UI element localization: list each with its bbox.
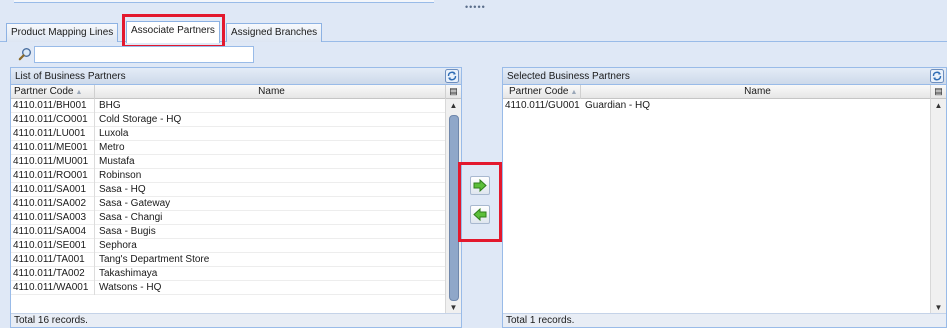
column-menu-icon[interactable]: ▤ [930, 85, 946, 99]
panel-title-text: Selected Business Partners [507, 71, 630, 82]
search-icon[interactable] [18, 47, 32, 61]
column-menu-icon[interactable]: ▤ [445, 85, 461, 99]
tab-assigned-branches[interactable]: Assigned Branches [226, 23, 323, 42]
sort-asc-icon: ▲ [570, 89, 578, 96]
cell-partner-code: 4110.011/TA001 [11, 253, 95, 267]
sort-asc-icon: ▲ [75, 89, 83, 96]
cell-partner-code: 4110.011/SA002 [11, 197, 95, 211]
scroll-up-icon[interactable]: ▲ [931, 99, 946, 112]
arrow-right-icon [473, 178, 487, 193]
record-count: Total 1 records. [503, 313, 946, 327]
table-row[interactable]: 4110.011/TA002 Takashimaya [11, 267, 445, 281]
table-row[interactable]: 4110.011/SA001 Sasa - HQ [11, 183, 445, 197]
cell-name: Mustafa [99, 156, 135, 167]
cell-name: Watsons - HQ [99, 282, 162, 293]
column-header-name-label: Name [744, 86, 771, 97]
table-row[interactable]: 4110.011/BH001 BHG [11, 99, 445, 113]
table-row[interactable]: 4110.011/GU001 Guardian - HQ [503, 99, 931, 113]
refresh-icon[interactable] [445, 69, 459, 83]
cell-name: Sasa - Gateway [99, 198, 171, 209]
column-header-row: Partner Code ▲ Name ▤ [11, 85, 461, 99]
cell-name: Robinson [99, 170, 142, 181]
cell-name: Metro [99, 142, 125, 153]
cell-partner-code: 4110.011/RO001 [11, 169, 95, 183]
cell-partner-code: 4110.011/SA003 [11, 211, 95, 225]
cell-name: Sasa - Bugis [99, 226, 156, 237]
search-bar [0, 44, 947, 66]
cell-partner-code: 4110.011/ME001 [11, 141, 95, 155]
vertical-scrollbar[interactable]: ▲ ▼ [445, 99, 461, 314]
cell-name: Cold Storage - HQ [99, 114, 182, 125]
cell-name: Sasa - Changi [99, 212, 163, 223]
cell-partner-code: 4110.011/MU001 [11, 155, 95, 169]
table-row[interactable]: 4110.011/LU001 Luxola [11, 127, 445, 141]
cell-partner-code: 4110.011/LU001 [11, 127, 95, 141]
cell-name: Takashimaya [99, 268, 158, 279]
column-header-row: Partner Code ▲ Name ▤ [503, 85, 946, 99]
cell-partner-code: 4110.011/BH001 [11, 99, 95, 113]
drag-handle[interactable]: ••••• [465, 3, 489, 12]
tab-product-mapping-lines[interactable]: Product Mapping Lines [6, 23, 119, 42]
panel-title: List of Business Partners [11, 68, 461, 85]
panel-title: Selected Business Partners [503, 68, 946, 85]
table-row[interactable]: 4110.011/CO001 Cold Storage - HQ [11, 113, 445, 127]
cell-partner-code: 4110.011/SA004 [11, 225, 95, 239]
table-row[interactable]: 4110.011/RO001 Robinson [11, 169, 445, 183]
cell-name: Sasa - HQ [99, 184, 146, 195]
cell-partner-code: 4110.011/TA002 [11, 267, 95, 281]
vertical-scrollbar[interactable]: ▲ ▼ [930, 99, 946, 314]
cell-partner-code: 4110.011/GU001 [505, 100, 580, 111]
table-row[interactable]: 4110.011/SA003 Sasa - Changi [11, 211, 445, 225]
partner-table-body: 4110.011/BH001 BHG 4110.011/CO001 Cold Sto… [11, 99, 445, 295]
cell-name: Luxola [99, 128, 129, 139]
top-divider [14, 0, 434, 3]
cell-name: Sephora [99, 240, 137, 251]
table-row[interactable]: 4110.011/SA002 Sasa - Gateway [11, 197, 445, 211]
table-row[interactable]: 4110.011/TA001 Tang's Department Store [11, 253, 445, 267]
refresh-icon[interactable] [930, 69, 944, 83]
tab-associate-partners[interactable]: Associate Partners [126, 21, 220, 43]
add-partner-button[interactable] [470, 176, 490, 195]
table-row[interactable]: 4110.011/ME001 Metro [11, 141, 445, 155]
column-header-name-label: Name [258, 86, 285, 97]
table-row[interactable]: 4110.011/WA001 Watsons - HQ [11, 281, 445, 295]
scroll-up-icon[interactable]: ▲ [446, 99, 461, 112]
cell-name: Guardian - HQ [585, 100, 651, 111]
panel-title-text: List of Business Partners [15, 71, 126, 82]
column-header-code-label: Partner Code [509, 86, 569, 97]
selected-table-body: 4110.011/GU001 Guardian - HQ [503, 99, 931, 113]
cell-partner-code: 4110.011/WA001 [11, 281, 95, 295]
column-header-partner-code[interactable]: Partner Code ▲ [503, 85, 581, 99]
cell-name: Tang's Department Store [99, 254, 210, 265]
selected-business-partners-panel: Selected Business Partners Partner Code ▲… [502, 67, 947, 328]
remove-partner-button[interactable] [470, 205, 490, 224]
cell-name: BHG [99, 100, 121, 111]
column-header-name[interactable]: Name [581, 85, 931, 99]
column-header-code-label: Partner Code [14, 86, 74, 97]
table-row[interactable]: 4110.011/SA004 Sasa - Bugis [11, 225, 445, 239]
tab-bar: Product Mapping Lines Associate Partners… [0, 18, 947, 43]
cell-partner-code: 4110.011/CO001 [11, 113, 95, 127]
column-header-partner-code[interactable]: Partner Code ▲ [11, 85, 95, 99]
table-row[interactable]: 4110.011/MU001 Mustafa [11, 155, 445, 169]
arrow-left-icon [473, 207, 487, 222]
column-header-name[interactable]: Name [95, 85, 445, 99]
list-of-business-partners-panel: List of Business Partners Partner Code ▲ … [10, 67, 462, 328]
top-strip: ••••• [0, 0, 947, 16]
search-input[interactable] [34, 46, 254, 63]
table-row[interactable]: 4110.011/SE001 Sephora [11, 239, 445, 253]
cell-partner-code: 4110.011/SA001 [11, 183, 95, 197]
cell-partner-code: 4110.011/SE001 [11, 239, 95, 253]
scrollbar-thumb[interactable] [449, 115, 459, 301]
record-count: Total 16 records. [11, 313, 461, 327]
move-buttons-highlight-box [458, 162, 502, 242]
